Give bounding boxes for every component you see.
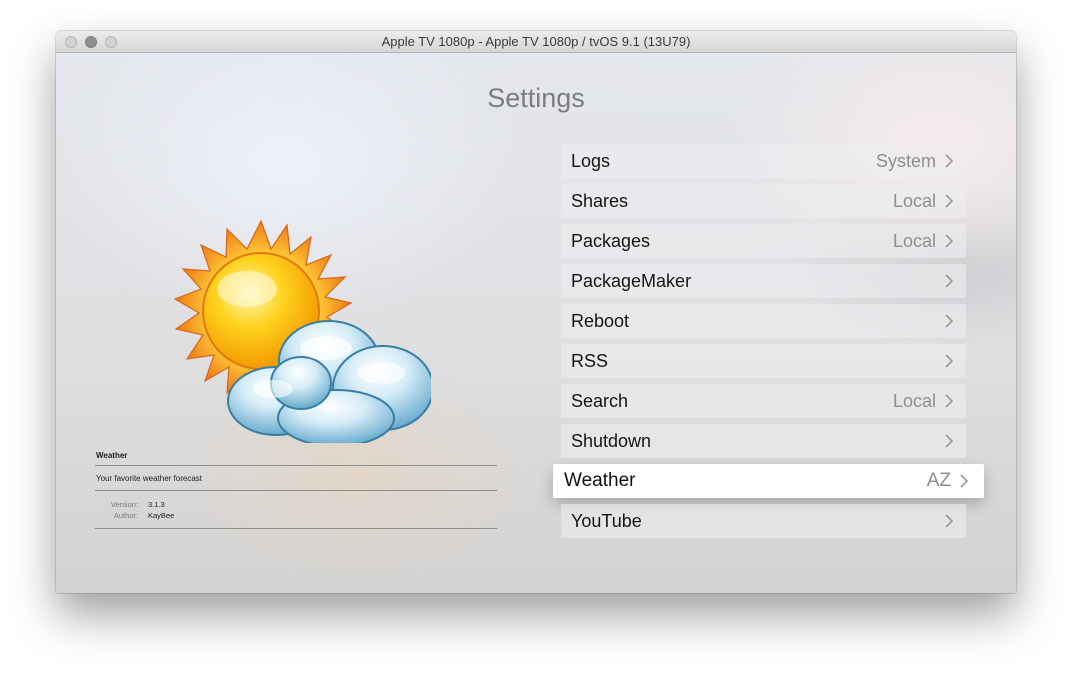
chevron-right-icon (945, 434, 954, 448)
author-label: Author: (113, 511, 138, 520)
menu-item-packagemaker[interactable]: PackageMaker (561, 264, 966, 298)
menu-item-label: PackageMaker (571, 271, 692, 291)
sun-and-cloud-icon (173, 219, 431, 443)
menu-item-label: YouTube (571, 511, 642, 531)
menu-item-value: Local (892, 231, 936, 251)
page-title: Settings (487, 83, 585, 113)
menu-item-label: Logs (571, 151, 611, 171)
author-value: KayBee (148, 511, 175, 520)
menu-item-weather[interactable]: Weather AZ (553, 464, 984, 498)
title-bar[interactable]: Apple TV 1080p - Apple TV 1080p / tvOS 9… (56, 31, 1016, 53)
menu-item-logs[interactable]: Logs System (561, 144, 966, 178)
chevron-right-icon (945, 274, 954, 288)
menu-item-label: Shutdown (571, 431, 652, 451)
version-value: 3.1.3 (148, 500, 165, 509)
menu-item-label: Packages (571, 231, 651, 251)
divider (95, 465, 497, 466)
menu-item-rss[interactable]: RSS (561, 344, 966, 378)
menu-item-value: AZ (926, 470, 951, 491)
window-title: Apple TV 1080p - Apple TV 1080p / tvOS 9… (381, 34, 691, 49)
menu-item-shares[interactable]: Shares Local (561, 184, 966, 218)
menu-item-label: Weather (564, 470, 636, 491)
chevron-right-icon (945, 194, 954, 208)
divider (95, 528, 497, 529)
simulator-window: Apple TV 1080p - Apple TV 1080p / tvOS 9… (56, 31, 1016, 593)
chevron-right-icon (945, 514, 954, 528)
chevron-right-icon (945, 314, 954, 328)
version-label: Version: (110, 500, 138, 509)
chevron-right-icon (960, 474, 969, 488)
chevron-right-icon (945, 234, 954, 248)
plugin-name: Weather (96, 451, 128, 460)
menu-item-value: System (875, 151, 936, 171)
chevron-right-icon (945, 154, 954, 168)
menu-item-youtube[interactable]: YouTube (561, 504, 966, 538)
plugin-description: Your favorite weather forecast (96, 474, 202, 483)
chevron-right-icon (945, 354, 954, 368)
chevron-right-icon (945, 394, 954, 408)
menu-item-search[interactable]: Search Local (561, 384, 966, 418)
menu-item-label: Reboot (571, 311, 630, 331)
menu-item-value: Local (892, 391, 936, 411)
menu-item-shutdown[interactable]: Shutdown (561, 424, 966, 458)
tv-screen: Settings Weather Your favorite weather f… (56, 53, 1016, 593)
divider (95, 490, 497, 491)
menu-item-label: Shares (571, 191, 629, 211)
menu-item-label: Search (571, 391, 629, 411)
menu-item-value: Local (892, 191, 936, 211)
menu-item-label: RSS (571, 351, 609, 371)
menu-item-packages[interactable]: Packages Local (561, 224, 966, 258)
menu-item-reboot[interactable]: Reboot (561, 304, 966, 338)
